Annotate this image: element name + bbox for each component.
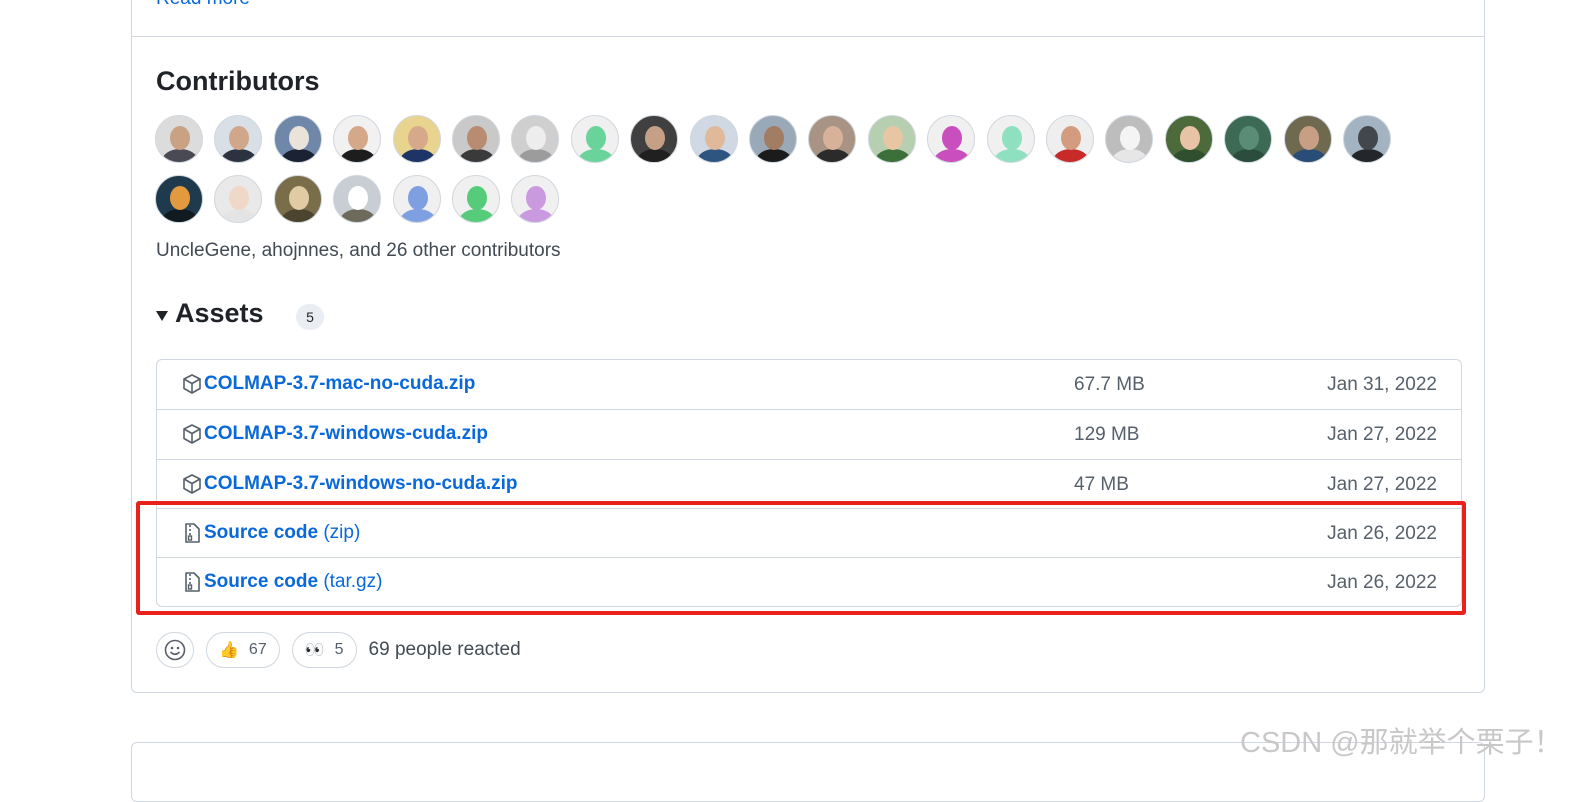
asset-download-link[interactable]: COLMAP-3.7-windows-no-cuda.zip <box>204 473 518 495</box>
contributor-avatar[interactable] <box>986 115 1035 163</box>
contributor-avatar[interactable] <box>1343 115 1391 163</box>
asset-row: COLMAP-3.7-windows-cuda.zip 129 MB Jan 27,… <box>157 409 1461 458</box>
asset-size: 47 MB <box>1074 473 1129 495</box>
contributors-summary[interactable]: UncleGene, ahojnnes, and 26 other contri… <box>156 240 561 262</box>
contributors-heading: Contributors <box>156 66 320 96</box>
contributor-avatar[interactable] <box>452 175 500 223</box>
package-icon <box>181 473 203 495</box>
contributor-avatar[interactable] <box>1224 115 1273 163</box>
highlight-box <box>136 501 1466 615</box>
contributor-avatar[interactable] <box>273 175 322 223</box>
asset-size: 129 MB <box>1074 424 1140 446</box>
contributor-avatar[interactable] <box>1164 115 1213 163</box>
assets-count-badge: 5 <box>296 304 324 330</box>
reactions-bar: 👍 67 👀 5 69 people reacted <box>156 632 521 668</box>
read-more-link[interactable]: Read more <box>156 0 250 10</box>
contributor-avatar[interactable] <box>155 175 203 223</box>
contributor-avatar[interactable] <box>155 115 203 163</box>
contributor-avatar[interactable] <box>511 175 560 223</box>
watermark: CSDN @那就举个栗子！ <box>1240 727 1563 759</box>
contributor-avatar[interactable] <box>392 175 441 223</box>
contributor-avatar[interactable] <box>630 115 679 163</box>
contributor-avatar[interactable] <box>392 115 441 163</box>
asset-row: COLMAP-3.7-mac-no-cuda.zip 67.7 MB Jan 31,… <box>157 360 1461 409</box>
thumbs-up-count: 67 <box>248 641 267 658</box>
thumbs-up-reaction-button[interactable]: 👍 67 <box>206 632 280 668</box>
contributor-avatar[interactable] <box>273 115 322 163</box>
contributor-avatar[interactable] <box>570 115 619 163</box>
contributor-avatar[interactable] <box>1046 115 1094 163</box>
reactions-summary: 69 people reacted <box>368 639 521 660</box>
asset-date: Jan 27, 2022 <box>1327 473 1437 495</box>
divider <box>132 36 1484 37</box>
contributor-avatar[interactable] <box>867 115 916 163</box>
assets-heading: Assets <box>175 298 264 328</box>
thumbs-up-icon: 👍 <box>219 642 239 659</box>
contributor-avatar[interactable] <box>452 115 500 163</box>
smiley-icon <box>164 639 186 661</box>
contributor-avatar[interactable] <box>511 115 560 163</box>
asset-date: Jan 31, 2022 <box>1327 374 1437 395</box>
contributor-avatar[interactable] <box>927 115 976 163</box>
contributor-avatar[interactable] <box>333 115 382 163</box>
asset-download-link[interactable]: COLMAP-3.7-windows-cuda.zip <box>204 423 488 445</box>
contributor-avatar[interactable] <box>1105 115 1154 163</box>
contributor-avatar[interactable] <box>333 175 382 223</box>
add-reaction-button[interactable] <box>156 632 194 668</box>
contributor-avatar[interactable] <box>214 115 263 163</box>
asset-date: Jan 27, 2022 <box>1327 424 1437 446</box>
contributor-avatar[interactable] <box>689 115 738 163</box>
asset-download-link[interactable]: COLMAP-3.7-mac-no-cuda.zip <box>204 373 475 395</box>
triangle-down-icon <box>156 310 168 321</box>
package-icon <box>181 373 203 395</box>
contributor-avatar[interactable] <box>214 175 263 223</box>
eyes-count: 5 <box>334 641 344 658</box>
asset-size: 67.7 MB <box>1074 374 1145 395</box>
package-icon <box>181 423 203 445</box>
assets-toggle[interactable]: Assets <box>156 298 264 329</box>
eyes-icon: 👀 <box>304 642 325 659</box>
contributor-avatar[interactable] <box>1283 115 1332 163</box>
contributor-avatar[interactable] <box>749 115 797 163</box>
eyes-reaction-button[interactable]: 👀 5 <box>291 632 357 668</box>
contributor-avatar[interactable] <box>808 115 857 163</box>
